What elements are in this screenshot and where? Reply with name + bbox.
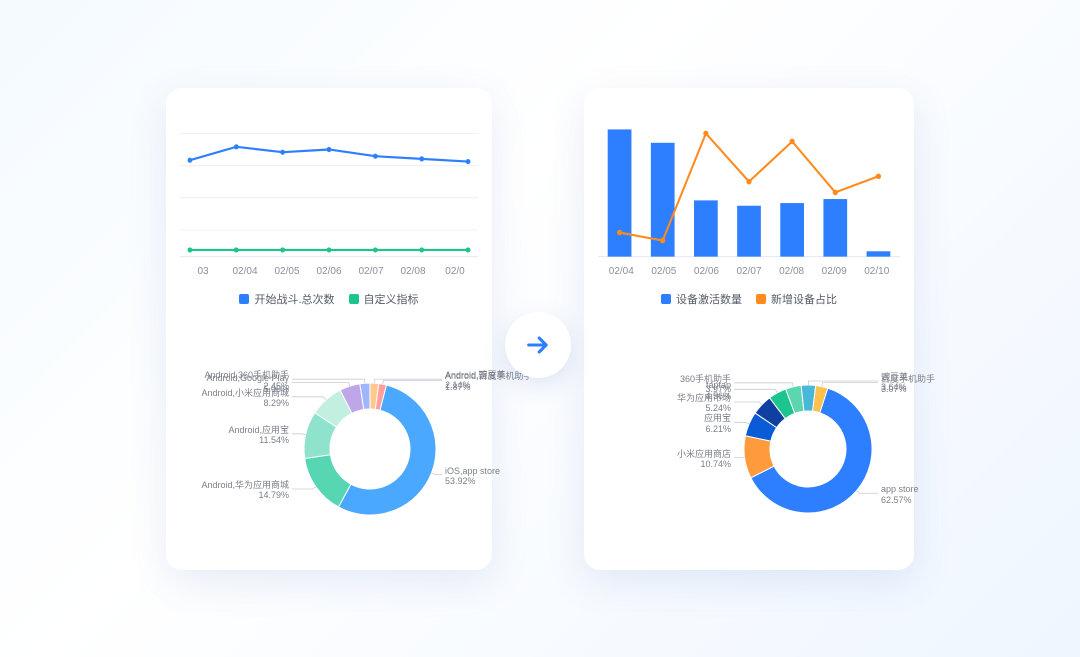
- combo-chart: [598, 112, 900, 262]
- left-donut-chart: iOS,app store53.92%Android,华为应用商城14.79%A…: [180, 331, 478, 569]
- line-chart-x-ticks: 0302/0402/0502/0602/0702/0802/0: [180, 266, 478, 277]
- legend-item: 自定义指标: [349, 291, 419, 307]
- line-chart: [180, 112, 478, 262]
- legend-item: 设备激活数量: [661, 291, 742, 307]
- donut-label: 应用宝6.21%: [704, 413, 731, 434]
- donut-label: iOS,app store53.92%: [445, 466, 500, 487]
- combo-chart-legend: 设备激活数量 新增设备占比: [598, 291, 900, 307]
- donut-label: Android,百度手机助手1.87%: [445, 371, 533, 392]
- legend-item: 新增设备占比: [756, 291, 837, 307]
- donut-label: Android,360手机助手2.45%: [204, 370, 289, 391]
- donut-label: 小米应用商店10.74%: [677, 449, 731, 470]
- donut-label: Android,应用宝11.54%: [228, 425, 289, 446]
- line-chart-legend: 开始战斗.总次数 自定义指标: [180, 291, 478, 307]
- donut-label: 360手机助手3.97%: [680, 374, 731, 395]
- right-donut-chart: app store62.57%小米应用商店10.74%应用宝6.21%华为应用市…: [598, 331, 900, 569]
- donut-label: 百度手机助手3.07%: [881, 374, 935, 395]
- donut-label: app store62.57%: [881, 484, 919, 505]
- right-panel: 02/0402/0502/0602/0702/0802/0902/10 设备激活…: [584, 88, 914, 570]
- combo-chart-x-ticks: 02/0402/0502/0602/0702/0802/0902/10: [598, 266, 900, 277]
- arrow-right-icon: [505, 312, 571, 378]
- left-panel: 0302/0402/0502/0602/0702/0802/0 开始战斗.总次数…: [166, 88, 492, 570]
- legend-item: 开始战斗.总次数: [239, 291, 334, 307]
- donut-label: Android,华为应用商城14.79%: [201, 480, 289, 501]
